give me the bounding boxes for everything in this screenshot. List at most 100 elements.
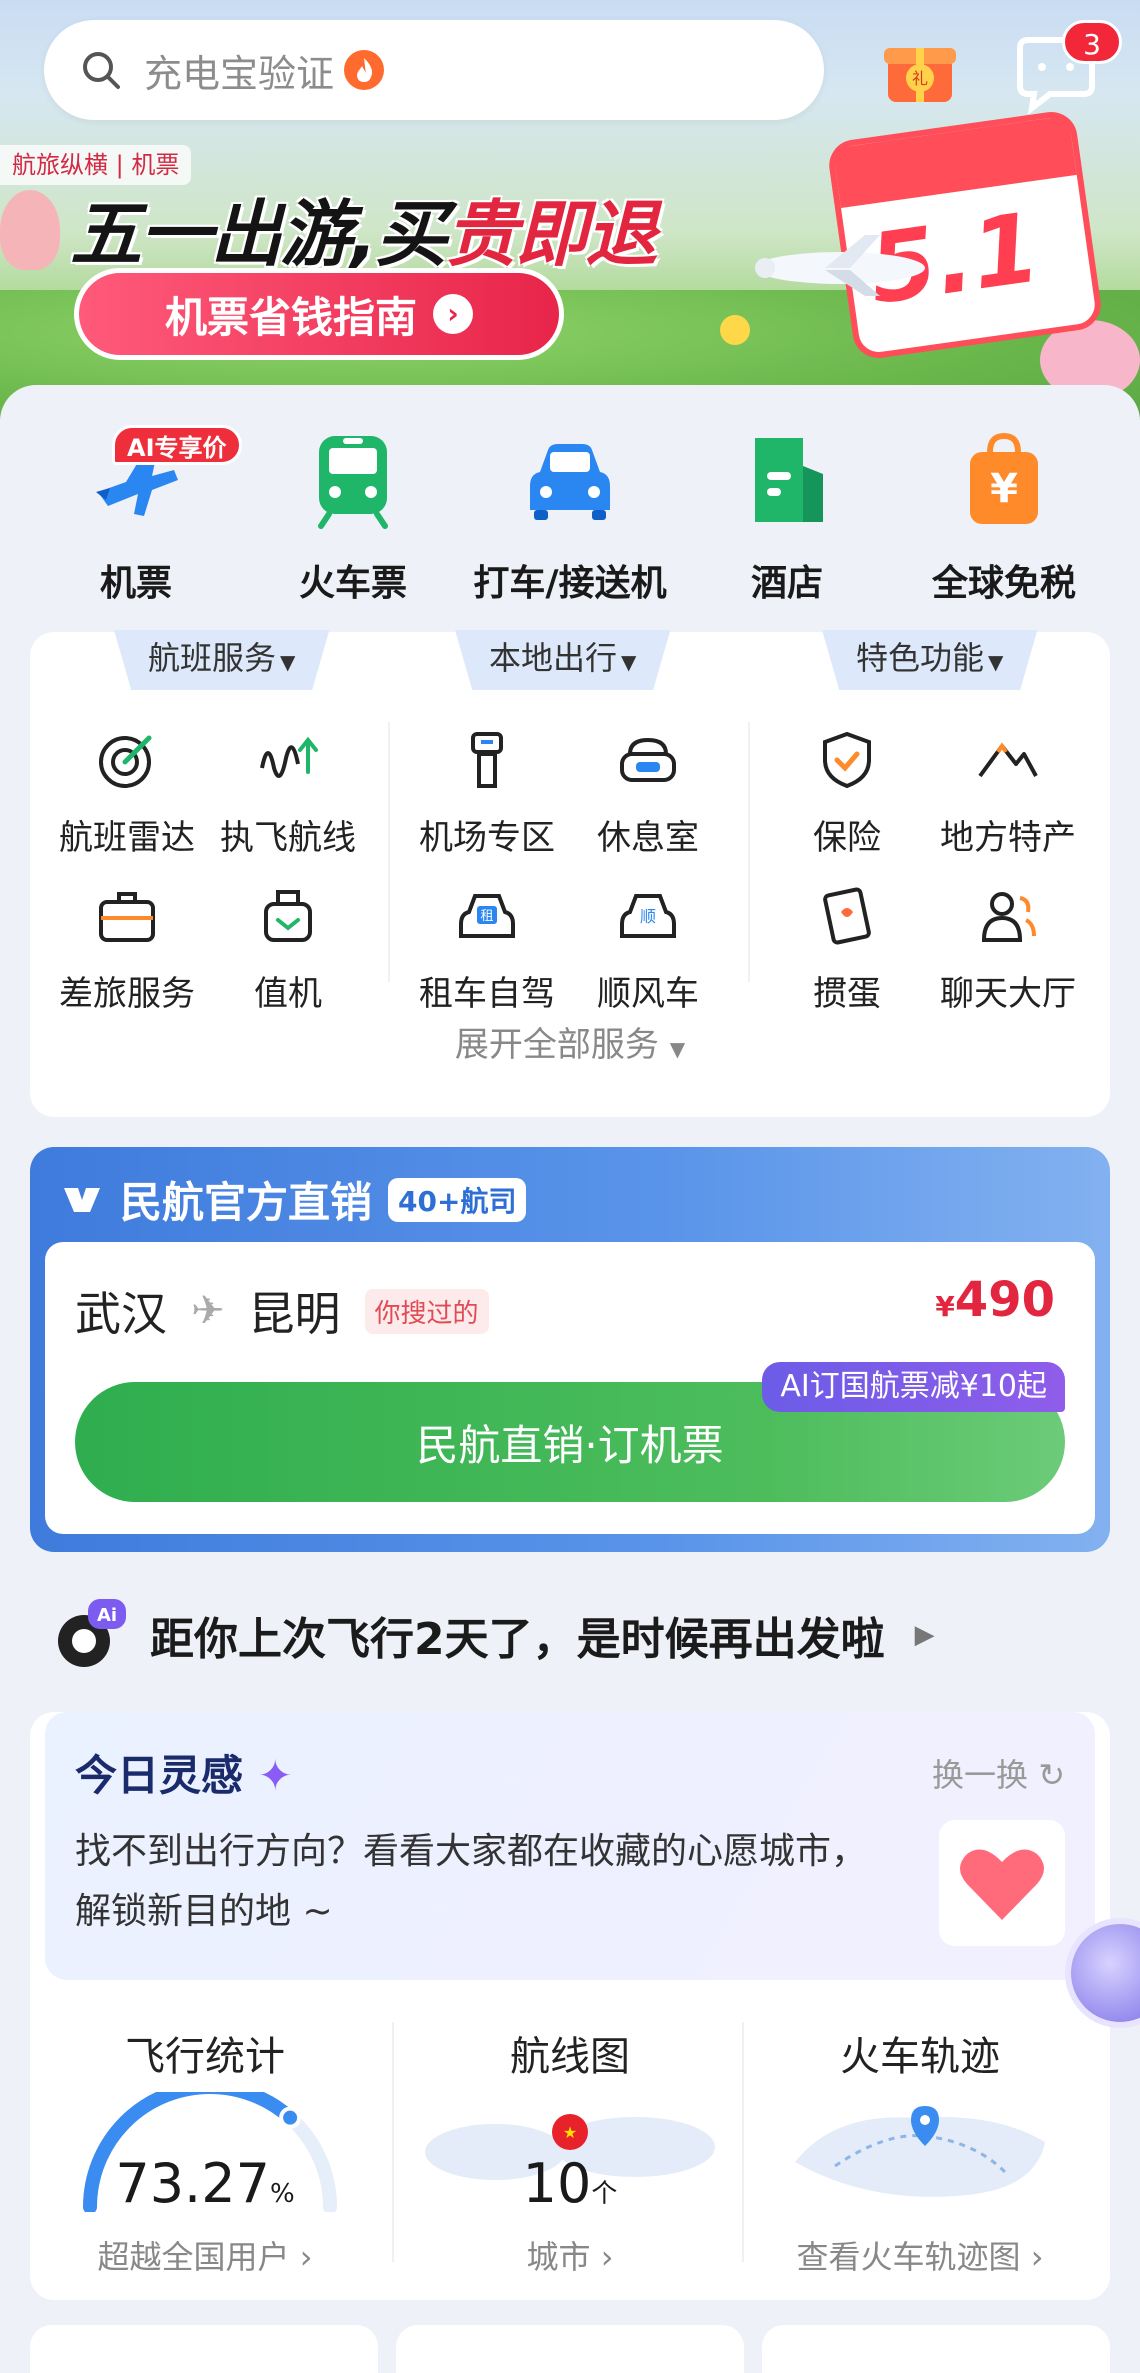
car-icon <box>530 444 610 520</box>
lowest-price: ¥490 <box>935 1272 1055 1328</box>
category-label: 酒店 <box>750 563 823 604</box>
airline-count-pill: 40+航司 <box>388 1177 527 1222</box>
origin-city[interactable]: 武汉 <box>75 1278 167 1344</box>
category-hotel[interactable]: 酒店 <box>687 430 887 606</box>
caac-logo-icon <box>64 1187 100 1212</box>
stat-value: 10个 <box>395 2152 745 2215</box>
bottom-card <box>30 2325 378 2373</box>
triangle-down-icon: ▼ <box>280 650 296 674</box>
people-icon <box>981 892 1036 942</box>
category-taxi[interactable]: 打车/接送机 <box>470 430 670 606</box>
banner-slogan: 五一出游,买贵即退 <box>70 175 657 280</box>
chevron-right-icon: › <box>433 294 473 334</box>
briefcase-icon <box>99 892 155 942</box>
inspiration-title-text: 今日灵感 <box>75 1751 244 1800</box>
service-label: 休息室 <box>597 818 699 858</box>
service-flight-radar[interactable]: 航班雷达 <box>42 728 212 859</box>
city-count-unit: 个 <box>591 2179 618 2209</box>
svg-text:礼: 礼 <box>912 69 928 88</box>
savings-guide-button[interactable]: 机票省钱指南 › <box>74 268 564 360</box>
message-count-badge: 3 <box>1062 20 1122 64</box>
stat-route-map[interactable]: 航线图 ★ 10个 城市 › <box>395 2002 745 2276</box>
group-local-travel[interactable]: 本地出行 ▼ <box>455 630 671 690</box>
service-specialties[interactable]: 地方特产 <box>923 728 1093 859</box>
service-airport[interactable]: 机场专区 <box>402 728 572 859</box>
category-label: 打车/接送机 <box>473 563 667 604</box>
service-guandan[interactable]: 掼蛋 <box>762 884 932 1015</box>
group-label: 航班服务 <box>148 639 277 677</box>
refresh-label: 换一换 <box>932 1756 1029 1794</box>
service-label: 值机 <box>254 974 322 1014</box>
group-features[interactable]: 特色功能 ▼ <box>822 630 1038 690</box>
waveform-icon <box>260 736 318 778</box>
shield-icon <box>823 731 871 789</box>
service-chat-hall[interactable]: 聊天大厅 <box>923 884 1093 1015</box>
china-map-illustration <box>795 2106 1045 2197</box>
refresh-button[interactable]: 换一换 ↻ <box>932 1750 1065 1796</box>
service-lounge[interactable]: 休息室 <box>563 728 733 859</box>
service-routes[interactable]: 执飞航线 <box>203 728 373 859</box>
search-bar[interactable]: 充电宝验证 <box>44 20 824 120</box>
sparkle-icon: ✦ <box>257 1751 293 1800</box>
svg-text:顺: 顺 <box>640 907 656 926</box>
currency-symbol: ¥ <box>935 1290 955 1323</box>
svg-text:¥: ¥ <box>990 466 1018 512</box>
divider <box>388 722 390 982</box>
service-label: 租车自驾 <box>419 974 555 1014</box>
reminder-text: 距你上次飞行2天了，是时候再出发啦 <box>150 1614 885 1665</box>
guide-label: 机票省钱指南 <box>164 292 417 342</box>
category-duty-free[interactable]: ¥ 全球免税 <box>904 430 1104 606</box>
group-label: 本地出行 <box>489 639 618 677</box>
service-checkin[interactable]: 值机 <box>203 884 373 1015</box>
stat-value: 73.27% <box>30 2152 380 2215</box>
stat-subtitle: 查看火车轨迹图 › <box>796 2238 1044 2276</box>
group-label: 特色功能 <box>856 639 985 677</box>
control-tower-icon <box>471 732 503 788</box>
stat-sub-label: 查看火车轨迹图 <box>796 2238 1021 2276</box>
stat-subtitle: 超越全国用户 › <box>97 2238 313 2276</box>
svg-text:租: 租 <box>480 909 493 924</box>
stat-flight[interactable]: 飞行统计 73.27% 超越全国用户 › <box>30 2002 380 2276</box>
slogan-prefix: 五一出游,买 <box>70 192 447 276</box>
category-train[interactable]: 火车票 <box>253 430 453 606</box>
destination-city[interactable]: 昆明 <box>249 1278 341 1344</box>
stat-title: 飞行统计 <box>125 2034 285 2080</box>
service-business-travel[interactable]: 差旅服务 <box>42 884 212 1015</box>
stat-train-track[interactable]: 火车轨迹 查看火车轨迹图 › <box>745 2002 1095 2276</box>
hotel-icon <box>755 438 823 522</box>
radar-icon <box>99 735 152 788</box>
service-carpool[interactable]: 顺 顺风车 <box>563 884 733 1015</box>
flight-percent: 73.27 <box>115 2152 270 2215</box>
mountain-icon <box>978 742 1038 778</box>
heart-icon <box>939 1820 1065 1946</box>
slogan-highlight: 贵即退 <box>445 192 657 276</box>
bottom-card <box>762 2325 1110 2373</box>
flight-reminder[interactable]: Ai 距你上次飞行2天了，是时候再出发啦 ▶ <box>50 1595 935 1675</box>
category-label: 火车票 <box>298 563 407 604</box>
cards-icon <box>823 887 871 945</box>
triangle-right-icon: ▶ <box>914 1620 935 1650</box>
fire-icon <box>344 50 385 90</box>
service-insurance[interactable]: 保险 <box>762 728 932 859</box>
daily-inspiration[interactable]: 今日灵感 ✦ 换一换 ↻ 找不到出行方向？看看大家都在收藏的心愿城市，解锁新目的… <box>45 1712 1095 1980</box>
stat-sub-label: 超越全国用户 <box>97 2238 290 2276</box>
flight-percent-unit: % <box>269 2179 295 2209</box>
route-panel[interactable]: 武汉 ✈ 昆明 你搜过的 ¥490 民航直销·订机票 AI订国航票减¥10起 <box>45 1242 1095 1534</box>
expand-all-services[interactable]: 展开全部服务 ▼ <box>30 1017 1110 1066</box>
carpool-icon: 顺 <box>620 894 676 938</box>
triangle-down-icon: ▼ <box>669 1037 686 1061</box>
caac-title: 民航官方直销 <box>120 1178 373 1227</box>
service-label: 保险 <box>813 818 881 858</box>
service-label: 差旅服务 <box>59 974 195 1014</box>
caac-direct-sales-card: 民航官方直销 40+航司 武汉 ✈ 昆明 你搜过的 ¥490 民航直销·订机票 … <box>30 1147 1110 1552</box>
group-flight-services[interactable]: 航班服务 ▼ <box>114 630 330 690</box>
train-icon <box>318 436 388 529</box>
recent-search-tag: 你搜过的 <box>364 1288 489 1334</box>
stat-title: 火车轨迹 <box>840 2034 1000 2080</box>
svg-text:★: ★ <box>563 2123 577 2142</box>
gift-icon[interactable]: 礼 <box>880 28 960 108</box>
service-car-rental[interactable]: 租 租车自驾 <box>402 884 572 1015</box>
search-icon <box>83 52 120 89</box>
services-panel: 航班服务 ▼ 本地出行 ▼ 特色功能 ▼ 航班雷达 执飞航线 机场专区 休息室 保险 … <box>30 630 1110 1117</box>
ai-promo-badge: AI订国航票减¥10起 <box>762 1362 1065 1412</box>
